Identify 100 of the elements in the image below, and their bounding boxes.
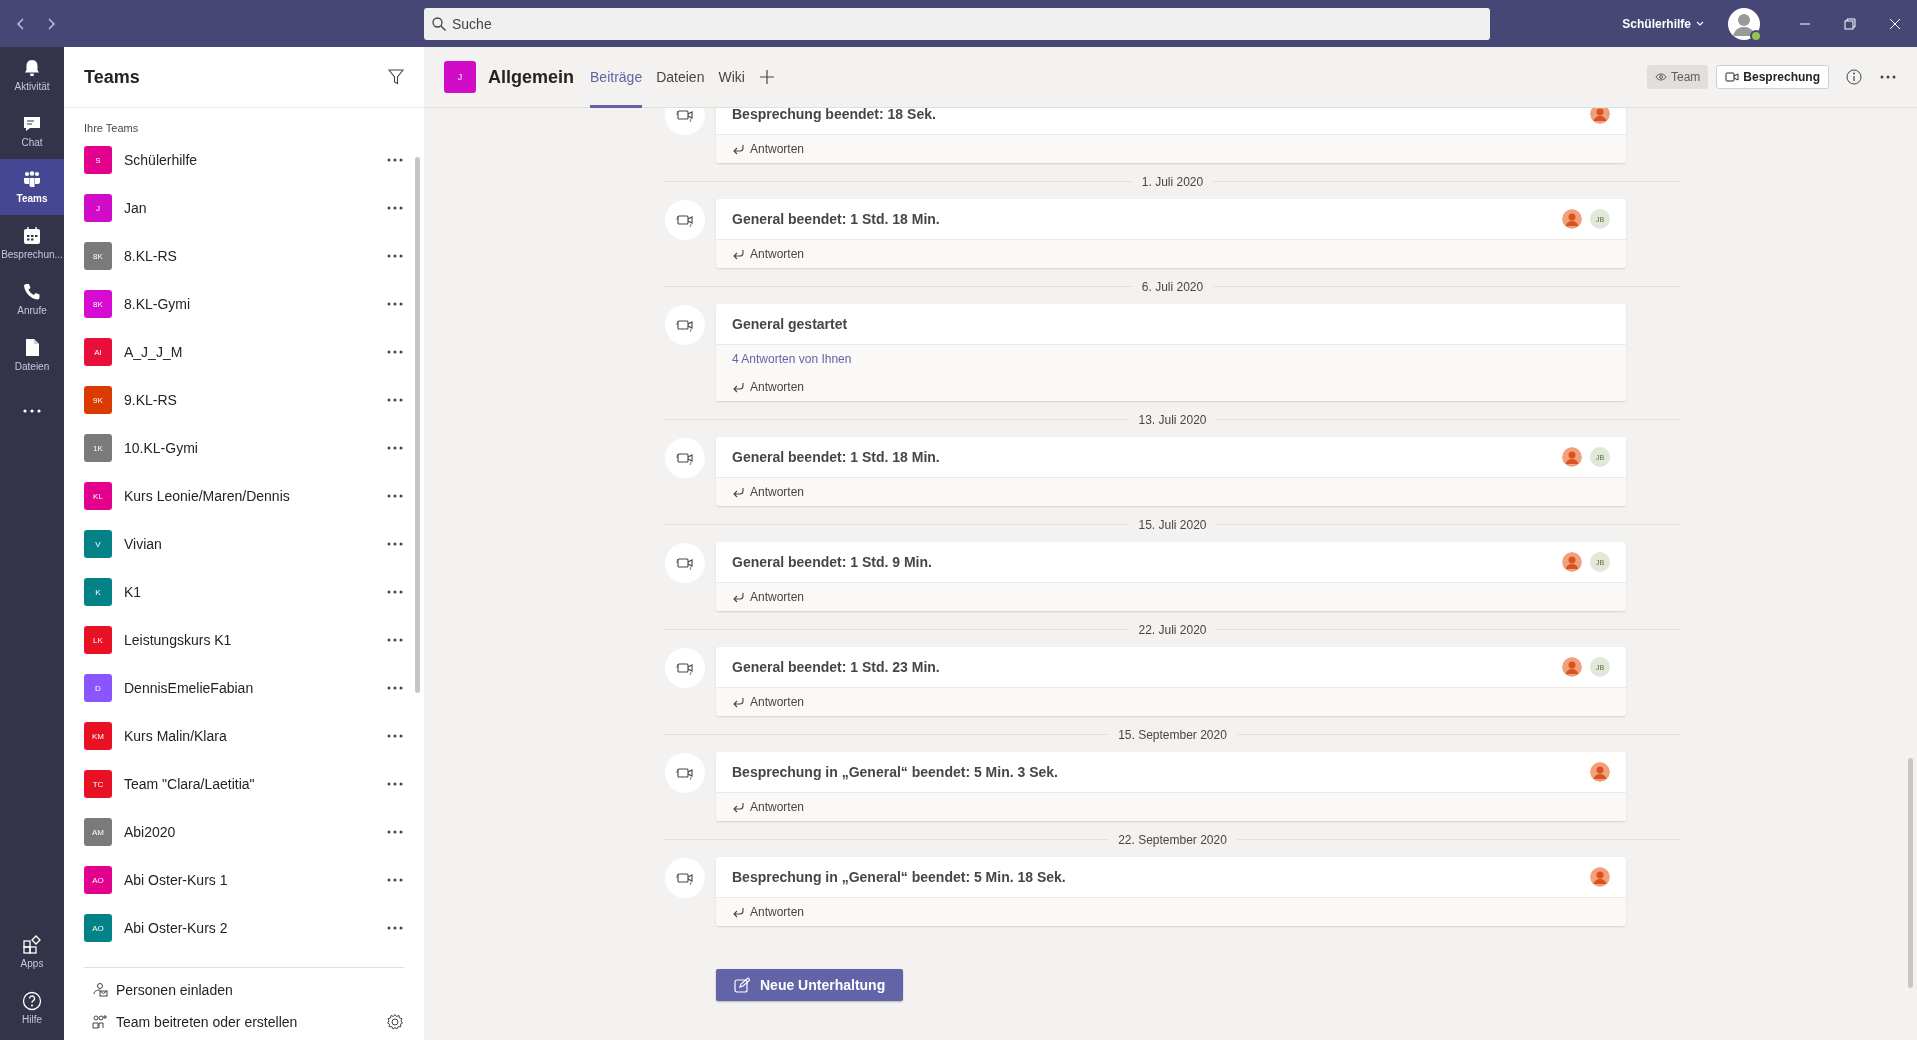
- rail-item[interactable]: Teams: [0, 159, 64, 215]
- back-icon: [16, 17, 24, 30]
- date-label: 15. September 2020: [1118, 727, 1227, 742]
- rail-item[interactable]: Hilfe: [0, 980, 64, 1036]
- tab[interactable]: Wiki: [718, 46, 745, 108]
- more-options-icon[interactable]: [386, 493, 404, 499]
- rail-item[interactable]: Anrufe: [0, 271, 64, 327]
- account-switcher[interactable]: Schülerhilfe: [1616, 15, 1710, 32]
- more-options-icon[interactable]: [386, 589, 404, 595]
- more-options-icon[interactable]: [386, 397, 404, 403]
- invite-people-link[interactable]: Personen einladen: [84, 974, 404, 1006]
- scrollbar-thumb[interactable]: [1908, 758, 1913, 988]
- team-avatar: AM: [84, 818, 112, 846]
- team-item[interactable]: AI A_J_J_M: [64, 328, 424, 376]
- eye-icon: [1654, 73, 1667, 81]
- team-item[interactable]: AM Abi2020: [64, 808, 424, 856]
- date-label: 22. September 2020: [1118, 832, 1227, 847]
- participant-avatar: [1562, 657, 1582, 677]
- team-item[interactable]: KM Kurs Malin/Klara: [64, 712, 424, 760]
- video-camera-icon: [676, 212, 694, 228]
- video-camera-icon: [676, 108, 694, 123]
- reply-icon: [732, 696, 744, 708]
- more-options-icon[interactable]: [386, 301, 404, 307]
- date-label: 6. Juli 2020: [1141, 279, 1204, 294]
- help-icon: [22, 991, 42, 1011]
- scrollbar-thumb[interactable]: [415, 157, 420, 693]
- join-team-link[interactable]: Team beitreten oder erstellen: [84, 1006, 404, 1038]
- team-item[interactable]: D DennisEmelieFabian: [64, 664, 424, 712]
- team-item[interactable]: AO Abi Oster-Kurs 1: [64, 856, 424, 904]
- more-options-icon[interactable]: [386, 685, 404, 691]
- search-field[interactable]: Suche: [424, 7, 1490, 40]
- team-avatar: TC: [84, 770, 112, 798]
- close-icon: [1888, 17, 1901, 30]
- reply-button[interactable]: Antworten: [716, 135, 821, 163]
- reply-button[interactable]: Antworten: [716, 478, 821, 506]
- more-options-icon[interactable]: [386, 925, 404, 931]
- team-item[interactable]: 9K 9.KL-RS: [64, 376, 424, 424]
- restore-icon: [1843, 17, 1856, 30]
- team-item[interactable]: 8K 8.KL-RS: [64, 232, 424, 280]
- team-item[interactable]: V Vivian: [64, 520, 424, 568]
- reply-button[interactable]: Antworten: [716, 898, 821, 926]
- more-options-icon[interactable]: [386, 733, 404, 739]
- message-title: Besprechung in „General“ beendet: 5 Min. 3 Sek.: [732, 764, 1059, 780]
- tab[interactable]: Beiträge: [590, 46, 643, 108]
- reply-button[interactable]: Antworten: [716, 583, 821, 611]
- more-options-icon[interactable]: [386, 349, 404, 355]
- reply-button[interactable]: Antworten: [716, 688, 821, 716]
- person-mail-icon: [92, 982, 108, 998]
- more-options-icon[interactable]: [386, 541, 404, 547]
- team-item[interactable]: J Jan: [64, 184, 424, 232]
- replies-link[interactable]: 4 Antworten von Ihnen: [716, 345, 1626, 373]
- more-options-icon[interactable]: [386, 637, 404, 643]
- team-button[interactable]: Team: [1646, 65, 1709, 89]
- rail-item[interactable]: Besprechun...: [0, 215, 64, 271]
- people-add-icon: [92, 1014, 108, 1030]
- reply-button[interactable]: Antworten: [716, 373, 821, 401]
- rail-item[interactable]: Chat: [0, 103, 64, 159]
- more-options-icon[interactable]: [386, 781, 404, 787]
- more-options-icon[interactable]: [386, 829, 404, 835]
- profile-avatar[interactable]: [1728, 7, 1760, 40]
- more-options-icon[interactable]: [386, 205, 404, 211]
- chat-icon: [22, 114, 42, 134]
- tab[interactable]: Dateien: [656, 46, 705, 108]
- settings-icon[interactable]: [386, 1013, 404, 1031]
- rail-item[interactable]: Aktivität: [0, 47, 64, 103]
- forward-icon: [48, 17, 56, 30]
- filter-icon[interactable]: [388, 69, 404, 85]
- team-item[interactable]: 1K 10.KL-Gymi: [64, 424, 424, 472]
- team-item[interactable]: LK Leistungskurs K1: [64, 616, 424, 664]
- team-avatar: AO: [84, 914, 112, 942]
- rail-item[interactable]: Dateien: [0, 327, 64, 383]
- more-options-icon[interactable]: [386, 157, 404, 163]
- more-options-icon[interactable]: [386, 253, 404, 259]
- team-item[interactable]: S Schülerhilfe: [64, 136, 424, 184]
- team-item[interactable]: K K1: [64, 568, 424, 616]
- info-icon[interactable]: [1845, 68, 1863, 86]
- rail-item[interactable]: Apps: [0, 924, 64, 980]
- more-options-icon[interactable]: [386, 445, 404, 451]
- message-title: General beendet: 1 Std. 9 Min.: [732, 554, 933, 570]
- reply-button[interactable]: Antworten: [716, 240, 821, 268]
- team-item[interactable]: 8K 8.KL-Gymi: [64, 280, 424, 328]
- more-options-icon[interactable]: [386, 877, 404, 883]
- team-avatar: LK: [84, 626, 112, 654]
- team-avatar: 8K: [84, 242, 112, 270]
- date-label: 15. Juli 2020: [1138, 517, 1207, 532]
- chevron-down-icon: [1696, 21, 1704, 26]
- reply-button[interactable]: Antworten: [716, 793, 821, 821]
- team-item[interactable]: AO Abi Oster-Kurs 2: [64, 904, 424, 952]
- meeting-button[interactable]: Besprechung: [1716, 65, 1829, 89]
- add-tab-icon[interactable]: [758, 69, 775, 85]
- message-title: Besprechung in „General“ beendet: 5 Min. 18 Sek.: [732, 869, 1067, 885]
- team-avatar: 8K: [84, 290, 112, 318]
- video-camera-icon: [1725, 72, 1740, 82]
- phone-icon: [22, 282, 42, 302]
- new-conversation-button[interactable]: Neue Unterhaltung: [716, 969, 904, 1001]
- team-item[interactable]: KL Kurs Leonie/Maren/Dennis: [64, 472, 424, 520]
- date-label: 13. Juli 2020: [1138, 412, 1207, 427]
- team-item[interactable]: TC Team "Clara/Laetitia": [64, 760, 424, 808]
- bell-icon: [22, 58, 42, 78]
- video-camera-icon: [676, 765, 694, 781]
